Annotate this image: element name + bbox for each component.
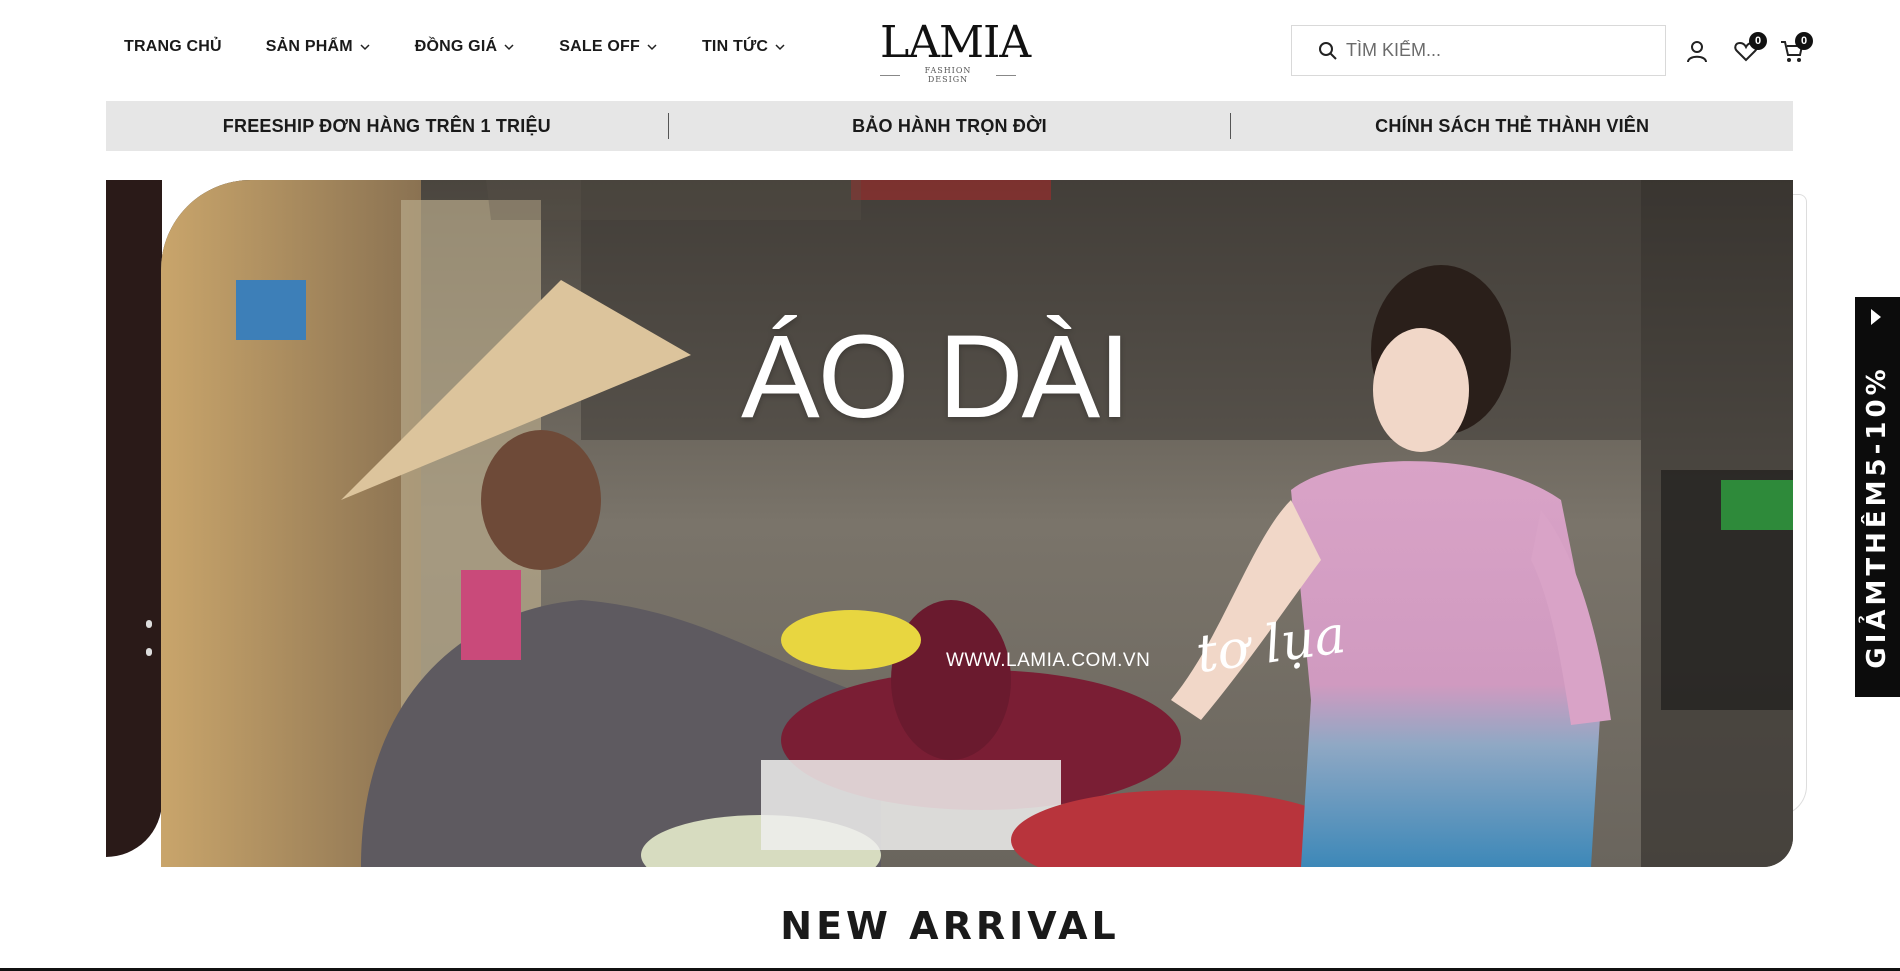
decor-spot	[146, 648, 152, 656]
main-nav: TRANG CHỦ SẢN PHẨM ĐỒNG GIÁ SALE OFF TIN…	[124, 38, 830, 56]
cart-button[interactable]: 0	[1779, 32, 1813, 64]
logo-divider	[995, 74, 1017, 76]
banner-photo	[161, 180, 1793, 867]
nav-item-products[interactable]: SẢN PHẨM	[266, 38, 371, 56]
nav-item-home[interactable]: TRANG CHỦ	[124, 38, 222, 56]
nav-label: TIN TỨC	[701, 38, 769, 55]
cart-count-badge: 0	[1795, 32, 1813, 50]
play-icon[interactable]	[1871, 309, 1881, 325]
hero-slider: ÁO DÀI WWW.LAMIA.COM.VN tơ lụa	[106, 180, 1874, 867]
promo-membership[interactable]: CHÍNH SÁCH THẺ THÀNH VIÊN	[1231, 116, 1793, 137]
logo-divider	[880, 74, 901, 76]
nav-item-same-price[interactable]: ĐỒNG GIÁ	[415, 38, 516, 56]
discount-side-tab[interactable]: GIẢMTHÊM5-10%	[1855, 297, 1900, 697]
logo-tagline: FASHION DESIGN	[924, 66, 972, 84]
nav-label: SALE OFF	[559, 38, 640, 55]
banner-headline: ÁO DÀI	[741, 311, 1131, 443]
previous-slide-peek[interactable]	[106, 180, 162, 857]
wishlist-button[interactable]: 0	[1733, 32, 1767, 64]
site-header: TRANG CHỦ SẢN PHẨM ĐỒNG GIÁ SALE OFF TIN…	[0, 0, 1900, 100]
decor-spot	[146, 620, 152, 628]
wishlist-count-badge: 0	[1749, 32, 1767, 50]
nav-item-sale-off[interactable]: SALE OFF	[559, 38, 658, 56]
promo-freeship[interactable]: FREESHIP ĐƠN HÀNG TRÊN 1 TRIỆU	[106, 116, 668, 137]
hero-banner[interactable]: ÁO DÀI WWW.LAMIA.COM.VN tơ lụa	[161, 180, 1793, 867]
chevron-down-icon	[360, 44, 370, 51]
chevron-down-icon	[647, 44, 657, 51]
logo-wordmark: LAMIA	[880, 17, 1031, 68]
chevron-down-icon	[504, 44, 514, 51]
nav-item-news[interactable]: TIN TỨC	[702, 38, 786, 56]
logo-tagline-row: FASHION DESIGN	[880, 66, 1017, 84]
nav-label: SẢN PHẨM	[265, 38, 353, 55]
search-box	[1291, 25, 1666, 76]
search-icon[interactable]	[1318, 41, 1338, 61]
section-title-new-arrival: NEW ARRIVAL	[780, 904, 1120, 948]
banner-url: WWW.LAMIA.COM.VN	[946, 650, 1151, 671]
brand-logo[interactable]: LAMIA FASHION DESIGN	[880, 17, 1031, 84]
discount-label: GIẢMTHÊM5-10%	[1862, 365, 1892, 669]
promo-bar: FREESHIP ĐƠN HÀNG TRÊN 1 TRIỆU BẢO HÀNH …	[106, 101, 1793, 151]
promo-warranty[interactable]: BẢO HÀNH TRỌN ĐỜI	[669, 116, 1231, 137]
nav-label: ĐỒNG GIÁ	[414, 38, 498, 55]
search-input[interactable]	[1346, 40, 1646, 61]
user-icon[interactable]	[1684, 38, 1710, 64]
chevron-down-icon	[775, 44, 785, 51]
nav-label: TRANG CHỦ	[124, 38, 222, 55]
